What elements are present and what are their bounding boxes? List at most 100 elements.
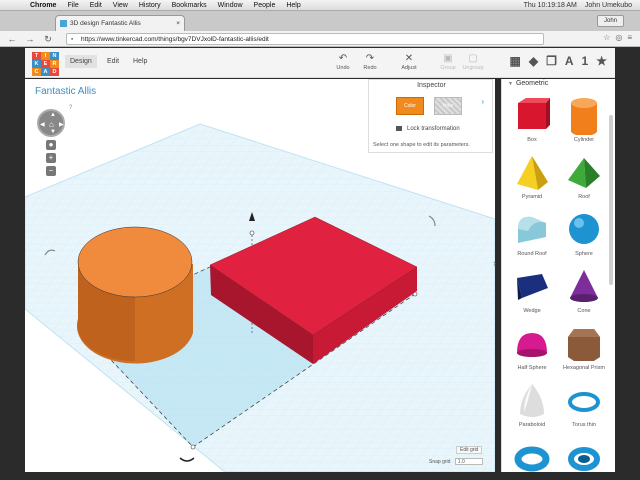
shape-torus[interactable]: Torus xyxy=(505,439,559,472)
shape-label: Half Sphere xyxy=(517,365,547,371)
box-view-icon[interactable]: ❒ xyxy=(546,54,557,68)
menu-window[interactable]: Window xyxy=(218,2,243,9)
undo-label: Undo xyxy=(336,65,350,71)
workplane-area[interactable]: Fantastic Allis ▲ ▼ ◀ ▶ ⌂ ● + − ? Inspec… xyxy=(25,79,495,472)
tube-icon xyxy=(568,447,600,471)
orbit-left-icon[interactable]: ◀ xyxy=(40,121,45,128)
category-header[interactable]: ▼ Geometric xyxy=(508,80,548,87)
zoom-out-icon[interactable]: − xyxy=(46,166,56,176)
window-edge-left xyxy=(0,47,25,480)
extension-icon[interactable]: ◎ xyxy=(615,33,622,42)
shape-hexagonal-prism[interactable]: Hexagonal Prism xyxy=(557,325,611,381)
shape-cone[interactable]: Cone xyxy=(557,268,611,324)
round-roof-icon xyxy=(518,216,546,243)
view-navigation-control: ▲ ▼ ◀ ▶ ⌂ ● + − xyxy=(37,109,65,176)
collapse-panel-icon[interactable]: › xyxy=(493,258,496,268)
shape-label: Hexagonal Prism xyxy=(563,365,605,371)
orbit-right-icon[interactable]: ▶ xyxy=(59,121,64,128)
menu-icon[interactable]: ≡ xyxy=(627,33,632,42)
logo-letter: E xyxy=(41,60,50,68)
redo-button[interactable]: ↷ Redo xyxy=(355,52,385,71)
menu-history[interactable]: History xyxy=(139,2,161,9)
hexagonal-prism-icon xyxy=(568,329,600,361)
shape-roof[interactable]: Roof xyxy=(557,154,611,210)
lock-transformation[interactable]: Lock transformation xyxy=(396,126,460,132)
cube-view-icon[interactable]: ◆ xyxy=(529,54,538,68)
design-title[interactable]: Fantastic Allis xyxy=(35,86,96,97)
nav-help[interactable]: Help xyxy=(133,58,147,65)
menu-chrome[interactable]: Chrome xyxy=(30,2,56,9)
undo-button[interactable]: ↶ Undo xyxy=(328,52,358,71)
nav-edit[interactable]: Edit xyxy=(107,58,119,65)
half-sphere-icon xyxy=(517,333,547,357)
fit-view-icon[interactable]: ● xyxy=(46,140,56,150)
back-icon[interactable]: ← xyxy=(6,33,18,45)
profile-button[interactable]: John xyxy=(596,15,624,27)
clock[interactable]: Thu 10:19:18 AM xyxy=(524,0,577,11)
edit-grid-button[interactable]: Edit grid xyxy=(456,446,483,454)
category-label: Geometric xyxy=(515,80,549,87)
browser-tab[interactable]: 3D design Fantastic Allis × xyxy=(55,15,185,31)
shape-round-roof[interactable]: Round Roof xyxy=(505,211,559,267)
lock-icon xyxy=(396,126,402,131)
home-view-icon[interactable]: ⌂ xyxy=(49,120,54,129)
forward-icon[interactable]: → xyxy=(24,33,36,45)
menu-people[interactable]: People xyxy=(254,2,276,9)
menu-view[interactable]: View xyxy=(113,2,128,9)
grid-view-icon[interactable]: ▦ xyxy=(510,54,521,68)
shape-label: Wedge xyxy=(523,308,541,314)
sphere-icon xyxy=(569,214,599,244)
favorites-star-icon[interactable]: ★ xyxy=(596,54,607,68)
hole-swatch[interactable]: Hole xyxy=(434,97,462,115)
shape-label: Cone xyxy=(577,308,591,314)
shape-label: Pyramid xyxy=(521,194,543,200)
user-name[interactable]: John Umekubo xyxy=(585,0,632,11)
expand-triangle-icon: ▼ xyxy=(508,81,513,87)
logo-letter: R xyxy=(50,60,59,68)
roof-icon xyxy=(568,158,600,188)
orange-cylinder xyxy=(76,226,193,364)
adjust-button[interactable]: ✕ Adjust xyxy=(394,52,424,71)
shape-box[interactable]: Box xyxy=(505,97,559,153)
logo-letter: K xyxy=(32,60,41,68)
shape-half-sphere[interactable]: Half Sphere xyxy=(505,325,559,381)
shape-label: Round Roof xyxy=(517,251,547,257)
logo-letter: A xyxy=(41,68,50,76)
orbit-down-icon[interactable]: ▼ xyxy=(50,129,56,135)
shape-wedge[interactable]: Wedge xyxy=(505,268,559,324)
chevron-right-icon[interactable]: › xyxy=(481,97,484,106)
text-shapes-icon[interactable]: A xyxy=(565,54,574,68)
menu-edit[interactable]: Edit xyxy=(90,2,102,9)
menu-file[interactable]: File xyxy=(67,2,78,9)
shape-label: Sphere xyxy=(575,251,593,257)
shape-paraboloid[interactable]: Paraboloid xyxy=(505,382,559,438)
shapes-panel: ▼ Geometric Box Cylinder Pyramid Roof Round R… xyxy=(501,79,615,472)
close-tab-icon[interactable]: × xyxy=(176,16,180,31)
nav-design[interactable]: Design xyxy=(65,55,97,68)
bookmark-star-icon[interactable]: ☆ xyxy=(603,33,610,42)
shape-cylinder[interactable]: Cylinder xyxy=(557,97,611,153)
shape-torus-thin[interactable]: Torus thin xyxy=(557,382,611,438)
ungroup-button[interactable]: ▢ Ungroup xyxy=(458,52,488,71)
snap-grid-select[interactable]: 1.0 xyxy=(454,458,483,465)
shape-tube[interactable]: Tube xyxy=(557,439,611,472)
orbit-control[interactable]: ▲ ▼ ◀ ▶ ⌂ xyxy=(37,109,65,137)
address-bar[interactable]: ▪ https://www.tinkercad.com/things/bgv7D… xyxy=(66,33,544,45)
number-shapes-icon[interactable]: 1 xyxy=(582,54,589,68)
color-swatch[interactable]: Color xyxy=(396,97,424,115)
help-icon[interactable]: ? xyxy=(69,105,72,111)
cone-icon xyxy=(570,270,598,302)
shape-pyramid[interactable]: Pyramid xyxy=(505,154,559,210)
tinkercad-logo[interactable]: TIN KER CAD xyxy=(32,52,59,76)
orbit-up-icon[interactable]: ▲ xyxy=(50,112,56,118)
rotate-handle-bottom xyxy=(179,457,195,462)
menu-bookmarks[interactable]: Bookmarks xyxy=(172,2,207,9)
menu-help[interactable]: Help xyxy=(286,2,300,9)
shape-sphere[interactable]: Sphere xyxy=(557,211,611,267)
undo-icon: ↶ xyxy=(338,53,348,64)
ungroup-icon: ▢ xyxy=(468,53,478,64)
snap-grid-control: Snap grid 1.0 xyxy=(429,458,483,465)
reload-icon[interactable]: ↻ xyxy=(42,33,54,45)
zoom-in-icon[interactable]: + xyxy=(46,153,56,163)
snap-grid-label: Snap grid xyxy=(429,459,451,465)
